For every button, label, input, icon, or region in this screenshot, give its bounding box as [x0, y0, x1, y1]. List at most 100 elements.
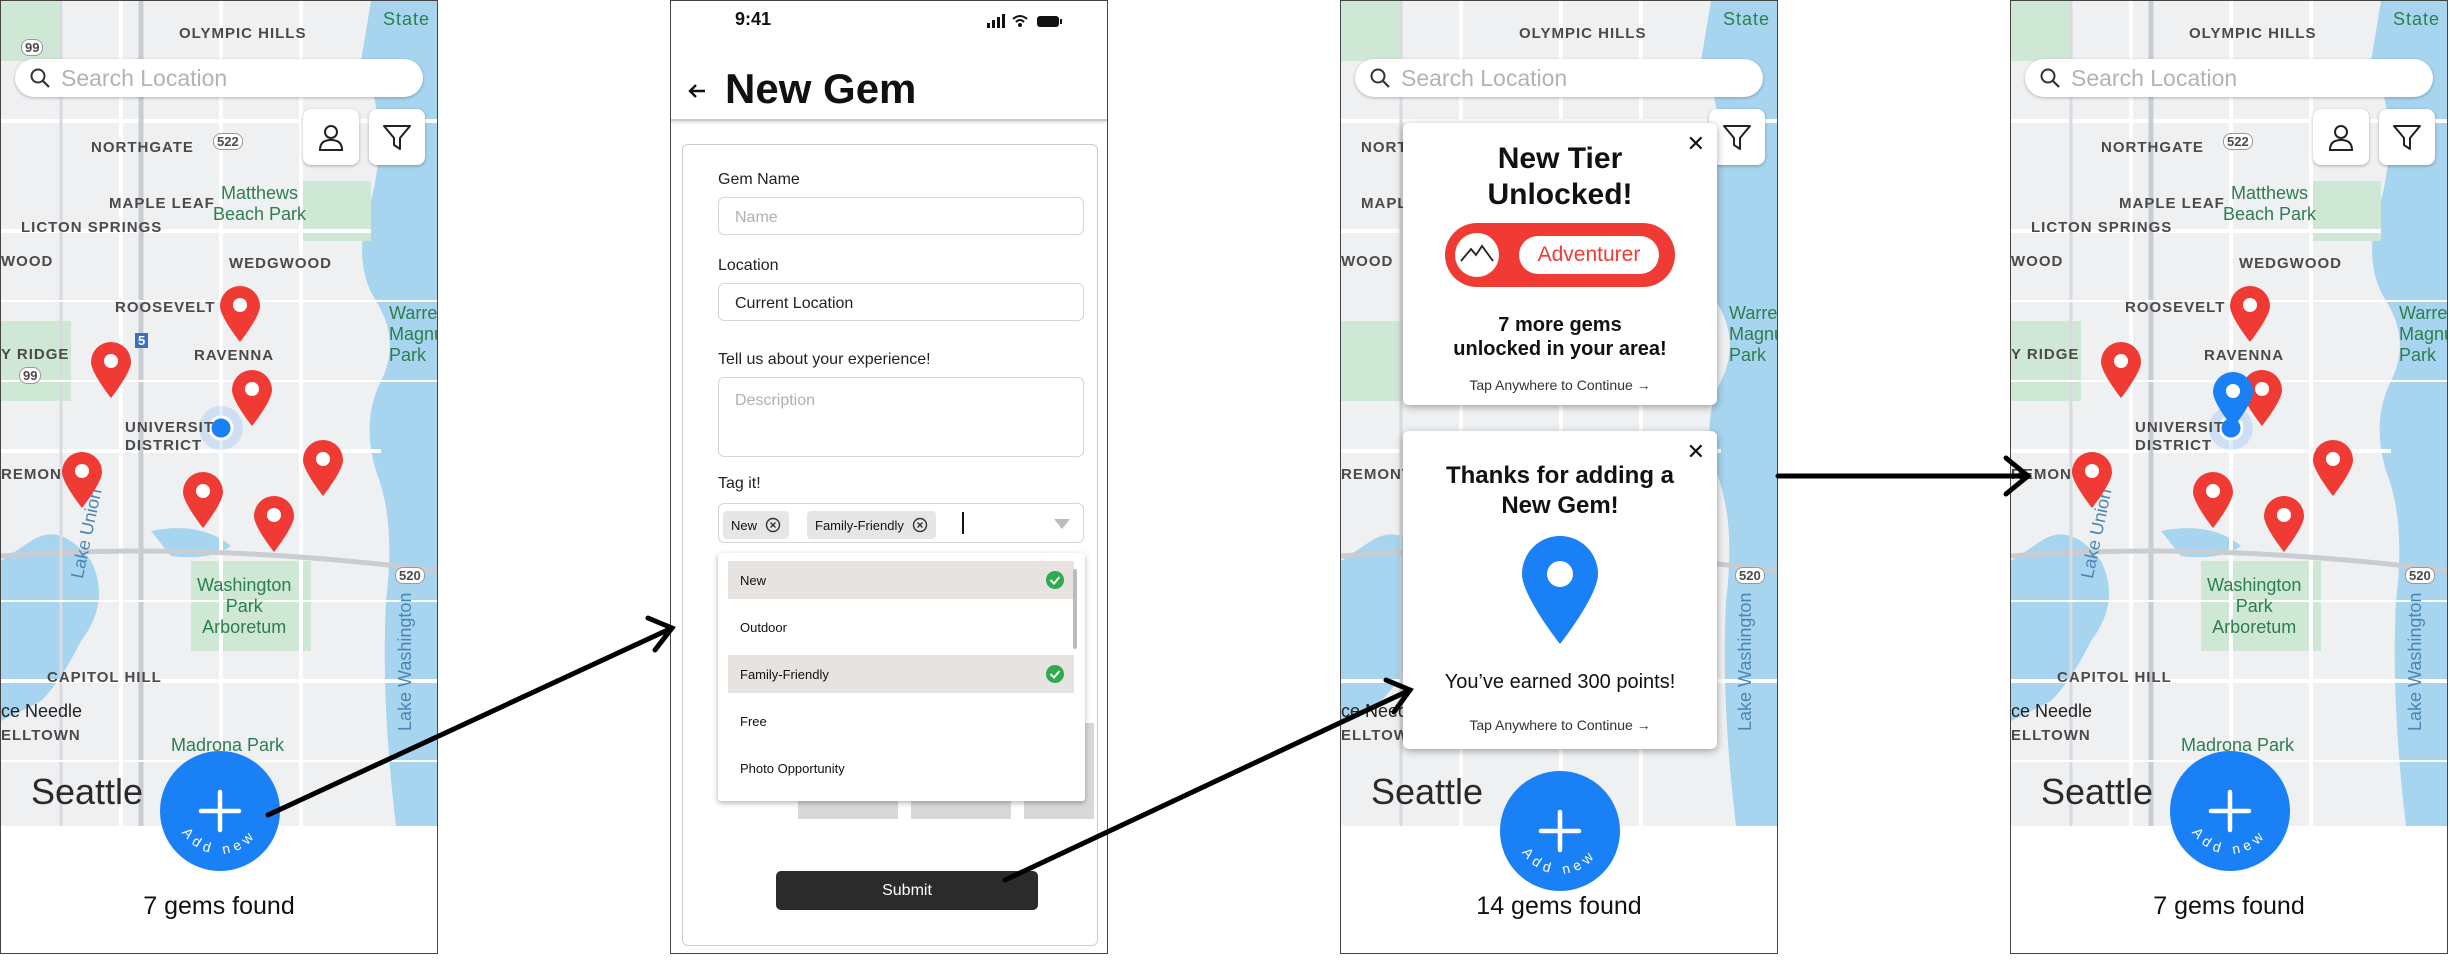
tag-chip[interactable]: New	[723, 511, 790, 539]
label-capitol-hill: CAPITOL HILL	[47, 669, 162, 686]
label-washington-park: Washington Park Arboretum	[2207, 575, 2302, 637]
gem-pin[interactable]	[181, 471, 225, 529]
label-needle: ce Needle	[2011, 701, 2093, 721]
experience-label: Tell us about your experience!	[718, 351, 931, 368]
label-capitol-hill: CAPITOL HILL	[2057, 669, 2172, 686]
add-new-button[interactable]: Add new	[2170, 751, 2290, 871]
label-ravenna: RAVENNA	[194, 347, 275, 364]
label-ravenna: RAVENNA	[2204, 347, 2285, 364]
gem-pin[interactable]	[230, 369, 274, 427]
tap-continue: Tap Anywhere to Continue →	[1469, 377, 1651, 393]
text-cursor	[962, 512, 964, 534]
gem-count: 14 gems found	[1476, 892, 1642, 920]
label-northgate: NORTHGATE	[2101, 139, 2204, 156]
label-belltown: ELLTOWN	[2011, 727, 2091, 744]
option-outdoor[interactable]: Outdoor	[728, 608, 1074, 646]
add-new-button[interactable]: Add new	[1500, 771, 1620, 891]
label-route-522: 522	[213, 133, 243, 150]
submit-button[interactable]: Submit	[776, 871, 1038, 910]
label-warren: Warren Magnu Park	[389, 303, 437, 365]
label-wood: WOOD	[1341, 253, 1394, 270]
label-olympic-hills: OLYMPIC HILLS	[179, 25, 307, 42]
option-label: Family-Friendly	[740, 666, 829, 682]
search-icon	[30, 68, 50, 88]
label-warren: Warren Magnu Park	[1729, 303, 1777, 365]
page-title: New Gem	[725, 65, 917, 112]
new-gem-points-modal[interactable]: ✕ Thanks for adding a New Gem! You’ve ea…	[1403, 431, 1717, 749]
gem-pin[interactable]	[218, 285, 262, 343]
label-matthews: Matthews Beach Park	[213, 183, 307, 224]
check-icon	[1046, 665, 1064, 683]
option-free[interactable]: Free	[728, 702, 1074, 740]
label-state: State	[2393, 9, 2441, 29]
option-photo-opportunity[interactable]: Photo Opportunity	[728, 749, 1074, 787]
filter-button[interactable]	[369, 109, 425, 165]
gem-pin[interactable]	[2228, 285, 2272, 343]
tag-chip-label: New	[731, 517, 758, 533]
tag-chip[interactable]: Family-Friendly	[807, 511, 936, 539]
tier-badge: Adventurer	[1445, 223, 1675, 287]
label-maple-leaf: MAPLE LEAF	[109, 195, 215, 212]
label-ridge: Y RIDGE	[2011, 346, 2080, 363]
option-family-friendly[interactable]: Family-Friendly	[728, 655, 1074, 693]
filter-icon	[2393, 125, 2421, 150]
label-olympic-hills: OLYMPIC HILLS	[2189, 25, 2317, 42]
search-bar[interactable]: Search Location	[1355, 59, 1763, 97]
label-maple-leaf: MAPLE LEAF	[2119, 195, 2225, 212]
gem-pin[interactable]	[2099, 341, 2143, 399]
search-input[interactable]: Search Location	[61, 65, 227, 92]
flow-arrow	[1775, 455, 2032, 497]
gem-pin[interactable]	[301, 439, 345, 497]
add-new-label: Add new	[2189, 824, 2264, 857]
gem-pin[interactable]	[2070, 451, 2114, 509]
label-wood: WOOD	[2011, 253, 2064, 270]
profile-button[interactable]	[2313, 109, 2369, 165]
label-state: State	[383, 9, 431, 29]
dropdown-arrow-icon[interactable]	[1053, 518, 1071, 530]
check-icon	[1046, 571, 1064, 589]
gem-pin[interactable]	[2262, 495, 2306, 553]
search-bar[interactable]: Search Location	[2025, 59, 2433, 97]
label-university: UNIVERSIT DISTRICT	[125, 419, 215, 454]
remove-tag-icon[interactable]	[912, 517, 928, 533]
filter-button[interactable]	[2379, 109, 2435, 165]
option-new[interactable]: New	[728, 561, 1074, 599]
filter-button[interactable]	[1709, 109, 1765, 165]
screen-map-updated: OLYMPIC HILLS State NORTHGATE Matthews B…	[2010, 0, 2448, 954]
search-icon	[2040, 68, 2060, 88]
label-licton: LICTON SPRINGS	[21, 219, 163, 236]
label-roosevelt: ROOSEVELT	[2125, 299, 2226, 316]
gem-name-label: Gem Name	[718, 171, 800, 188]
tier-unlocked-modal[interactable]: ✕ New Tier Unlocked! Adventurer 7 more g…	[1403, 123, 1717, 405]
label-route-99a: 99	[21, 39, 44, 56]
label-seattle: Seattle	[1371, 771, 1484, 812]
profile-button[interactable]	[303, 109, 359, 165]
gem-name-input[interactable]: Name	[718, 197, 1084, 235]
label-wedgwood: WEDGWOOD	[2239, 255, 2342, 272]
tier-title: New Tier Unlocked!	[1487, 142, 1633, 211]
label-wood: WOOD	[1, 253, 54, 270]
thanks-title: Thanks for adding a New Gem!	[1445, 462, 1675, 519]
search-input[interactable]: Search Location	[2071, 65, 2237, 92]
search-input[interactable]: Search Location	[1401, 65, 1567, 92]
dropdown-scrollbar[interactable]	[1073, 569, 1077, 649]
gem-pin[interactable]	[252, 495, 296, 553]
label-lake-washington: Lake Washington	[1735, 592, 1755, 731]
search-bar[interactable]: Search Location	[15, 59, 423, 97]
option-label: Free	[740, 713, 767, 729]
gem-pin[interactable]	[89, 341, 133, 399]
gem-pin[interactable]	[2191, 471, 2235, 529]
status-icons	[987, 14, 1062, 28]
add-new-button[interactable]: Add new	[160, 751, 280, 871]
label-route-522: 522	[2223, 133, 2253, 150]
description-textarea[interactable]: Description	[718, 377, 1084, 457]
back-arrow-icon[interactable]	[685, 79, 709, 103]
gem-pin[interactable]	[60, 451, 104, 509]
label-matthews: Matthews Beach Park	[2223, 183, 2317, 224]
remove-tag-icon[interactable]	[765, 517, 781, 533]
new-gem-pin[interactable]	[2211, 371, 2255, 429]
points-message: You’ve earned 300 points!	[1444, 671, 1676, 693]
location-input[interactable]: Current Location	[718, 283, 1084, 321]
option-label: Outdoor	[740, 619, 787, 635]
gem-pin[interactable]	[2311, 439, 2355, 497]
